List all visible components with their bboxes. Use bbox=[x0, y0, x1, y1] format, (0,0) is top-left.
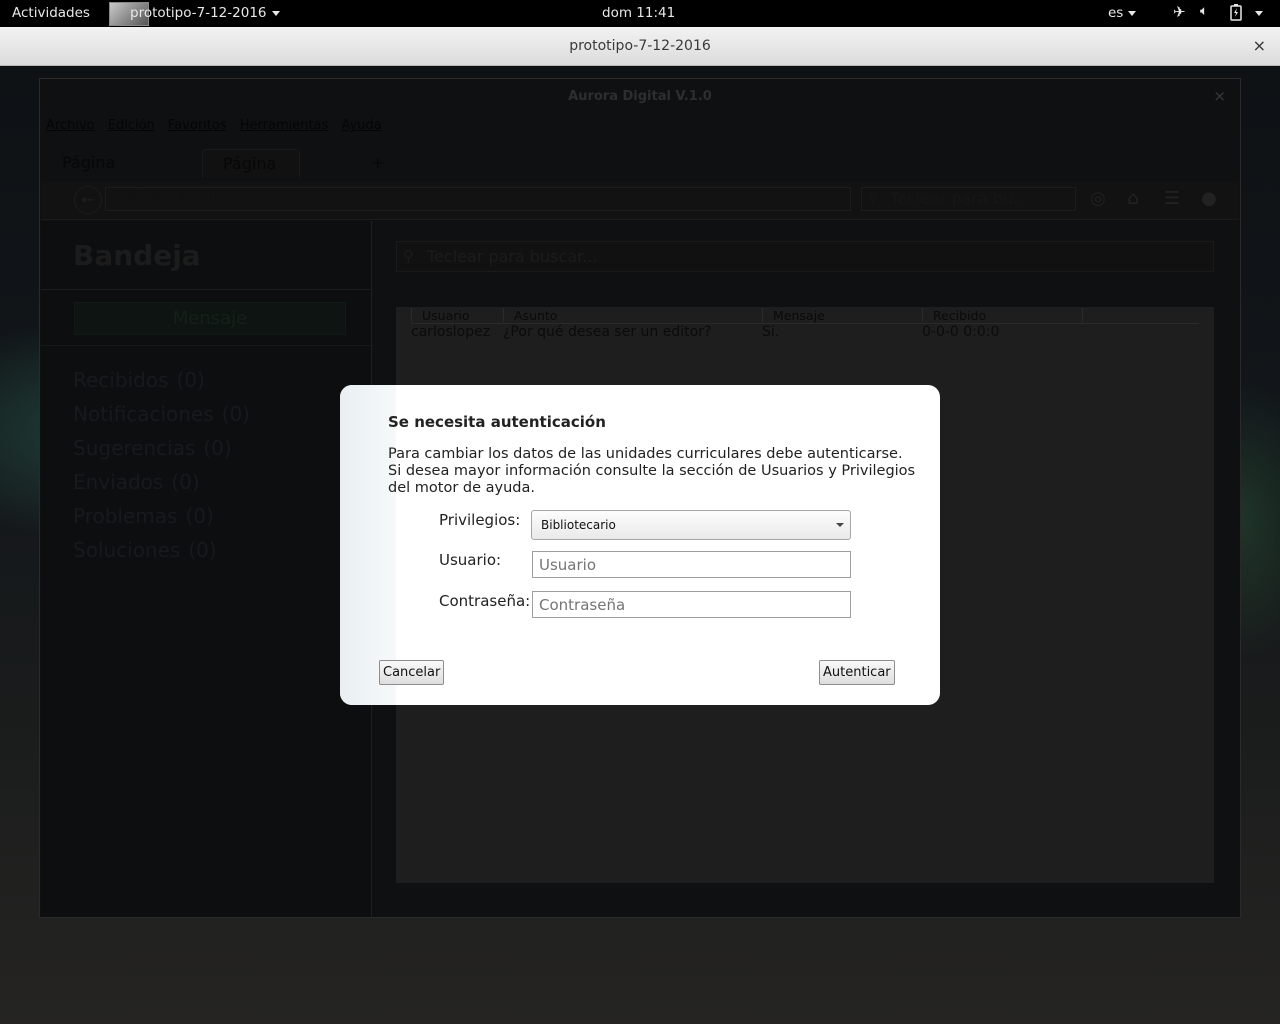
window-titlebar: prototipo-7-12-2016 × bbox=[0, 27, 1280, 66]
user-label: Usuario: bbox=[439, 551, 502, 569]
menu-herramientas[interactable]: Herramientas bbox=[240, 118, 329, 133]
privileges-value: Bibliotecario bbox=[541, 518, 616, 532]
folder-count: (0) bbox=[188, 538, 217, 562]
message-search-input[interactable]: ⚲ Teclear para buscar... bbox=[396, 241, 1214, 272]
menu-bar: Archivo Edición Favoritos Herramientas A… bbox=[46, 118, 391, 133]
folder-count: (0) bbox=[221, 402, 250, 426]
app-menu-button[interactable]: prototipo-7-12-2016 bbox=[130, 5, 280, 21]
nav-search-placeholder: Teclear para bu... bbox=[890, 189, 1029, 208]
dialog-message-line: del motor de ayuda. bbox=[388, 480, 535, 496]
system-menu-caret[interactable] bbox=[1250, 5, 1263, 21]
volume-icon[interactable]: 🔈︎ bbox=[1200, 3, 1208, 19]
navigation-bar: ← Página Inicio ⚲ Teclear para bu... ◎ ⌂… bbox=[41, 181, 1239, 220]
dialog-message-line: Si desea mayor información consulte la s… bbox=[388, 463, 916, 479]
chevron-down-icon bbox=[1128, 10, 1137, 16]
battery-icon[interactable] bbox=[1230, 4, 1242, 25]
authenticate-button[interactable]: Autenticar bbox=[819, 660, 895, 685]
tab-pagina-inicio[interactable]: Página Inicio× bbox=[62, 149, 125, 200]
menu-favoritos[interactable]: Favoritos bbox=[168, 118, 227, 133]
folder-label: Enviados bbox=[73, 470, 164, 494]
sidebar-item-notificaciones[interactable]: Notificaciones (0) bbox=[73, 402, 250, 426]
cell-usuario: carloslopez bbox=[411, 324, 491, 340]
folder-label: Notificaciones bbox=[73, 402, 214, 426]
app-title: Aurora Digital V.1.0 bbox=[568, 89, 712, 104]
sidebar-item-recibidos[interactable]: Recibidos (0) bbox=[73, 368, 205, 392]
divider bbox=[41, 289, 371, 290]
folder-count: (0) bbox=[185, 504, 214, 528]
sidebar-item-enviados[interactable]: Enviados (0) bbox=[73, 470, 200, 494]
sidebar-title: Bandeja bbox=[73, 239, 201, 272]
sidebar-item-sugerencias[interactable]: Sugerencias (0) bbox=[73, 436, 232, 460]
chevron-down-icon bbox=[1255, 10, 1263, 16]
search-icon: ⚲ bbox=[403, 247, 414, 265]
user-icon[interactable]: ● bbox=[1198, 188, 1220, 210]
menu-archivo[interactable]: Archivo bbox=[46, 118, 95, 133]
clock[interactable]: dom 11:41 bbox=[602, 5, 675, 21]
window-close-button[interactable]: × bbox=[1253, 27, 1266, 65]
window-title: prototipo-7-12-2016 bbox=[569, 38, 711, 54]
back-arrow-icon[interactable]: ← bbox=[74, 186, 102, 214]
folder-label: Soluciones bbox=[73, 538, 181, 562]
app-menu-label: prototipo-7-12-2016 bbox=[130, 5, 267, 21]
app-close-button[interactable]: × bbox=[1213, 87, 1226, 105]
list-icon[interactable]: ☰ bbox=[1161, 188, 1183, 210]
chevron-down-icon bbox=[836, 523, 844, 527]
authentication-dialog: Se necesita autenticación Para cambiar l… bbox=[340, 385, 940, 705]
url-field[interactable]: Página Inicio bbox=[105, 187, 851, 211]
column-header-usuario[interactable]: Usuario bbox=[411, 308, 470, 323]
folder-label: Sugerencias bbox=[73, 436, 196, 460]
column-header-asunto[interactable]: Asunto bbox=[503, 308, 557, 323]
chevron-down-icon bbox=[271, 10, 280, 16]
nav-search-input[interactable]: ⚲ Teclear para bu... bbox=[861, 187, 1076, 211]
airplane-mode-icon[interactable]: ✈ bbox=[1173, 3, 1186, 21]
sidebar: Bandeja Mensaje Recibidos (0) Notificacio… bbox=[41, 221, 372, 917]
dialog-edge bbox=[340, 385, 396, 705]
folder-count: (0) bbox=[171, 470, 200, 494]
new-tab-button[interactable]: + bbox=[371, 149, 384, 177]
sidebar-item-soluciones[interactable]: Soluciones (0) bbox=[73, 538, 217, 562]
tab-pagina-nueva[interactable]: Página nueva× bbox=[202, 149, 301, 201]
table-header: Usuario Asunto Mensaje Recibido bbox=[411, 307, 1199, 324]
sidebar-item-problemas[interactable]: Problemas (0) bbox=[73, 504, 214, 528]
column-header-recibido[interactable]: Recibido bbox=[922, 308, 986, 323]
search-icon: ⚲ bbox=[868, 191, 879, 207]
activities-button[interactable]: Actividades bbox=[12, 5, 90, 21]
cell-asunto: ¿Por qué desea ser un editor? bbox=[503, 324, 712, 340]
dialog-message-line: Para cambiar los datos de las unidades c… bbox=[388, 446, 903, 462]
password-input[interactable] bbox=[532, 591, 851, 618]
cancel-button[interactable]: Cancelar bbox=[379, 660, 445, 685]
dialog-message: Para cambiar los datos de las unidades c… bbox=[388, 446, 916, 497]
compass-icon[interactable]: ◎ bbox=[1087, 188, 1109, 210]
folder-count: (0) bbox=[176, 368, 205, 392]
table-row[interactable]: carloslopez ¿Por qué desea ser un editor… bbox=[411, 323, 1199, 341]
privileges-dropdown[interactable]: Bibliotecario bbox=[531, 510, 851, 540]
new-message-button[interactable]: Mensaje bbox=[74, 302, 346, 335]
column-header-empty bbox=[1082, 308, 1093, 322]
folder-count: (0) bbox=[203, 436, 232, 460]
folder-label: Problemas bbox=[73, 504, 178, 528]
password-label: Contraseña: bbox=[439, 592, 531, 610]
privileges-label: Privilegios: bbox=[439, 511, 521, 529]
folder-label: Recibidos bbox=[73, 368, 169, 392]
cell-recibido: 0-0-0 0:0:0 bbox=[922, 324, 1000, 340]
divider bbox=[41, 345, 371, 346]
language-menu[interactable]: es bbox=[1108, 5, 1137, 21]
cell-mensaje: Si. bbox=[762, 324, 780, 340]
top-bar: Actividades prototipo-7-12-2016 dom 11:4… bbox=[0, 0, 1280, 27]
home-icon[interactable]: ⌂ bbox=[1122, 188, 1144, 210]
language-label: es bbox=[1108, 5, 1124, 21]
menu-ayuda[interactable]: Ayuda bbox=[341, 118, 381, 133]
column-header-mensaje[interactable]: Mensaje bbox=[762, 308, 825, 323]
message-search-placeholder: Teclear para buscar... bbox=[427, 247, 598, 266]
user-input[interactable] bbox=[532, 551, 851, 578]
dialog-title: Se necesita autenticación bbox=[388, 413, 606, 431]
menu-edicion[interactable]: Edición bbox=[108, 118, 155, 133]
